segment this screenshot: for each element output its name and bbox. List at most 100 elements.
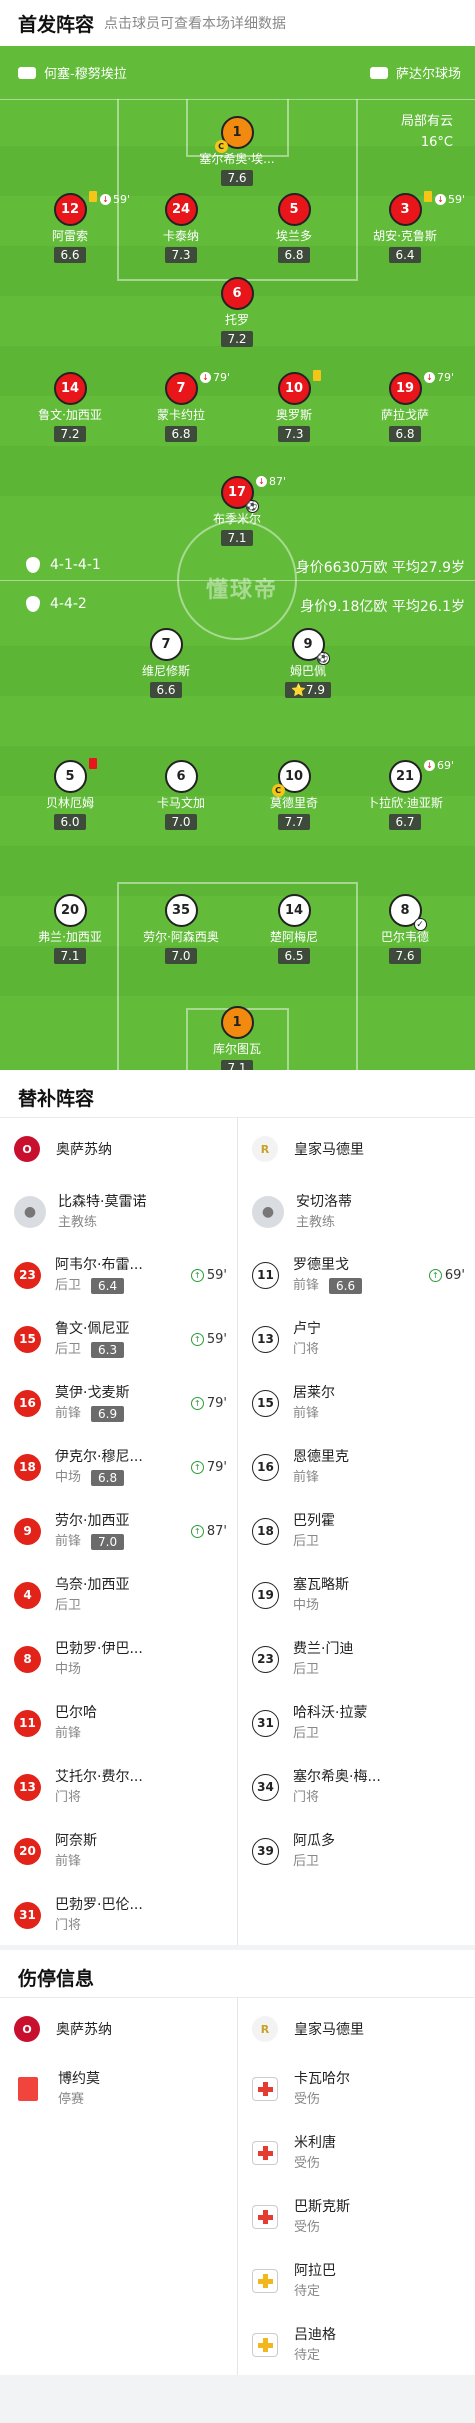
player[interactable]: 24 卡泰纳 7.3 bbox=[126, 193, 236, 263]
sub-number: 4 bbox=[14, 1581, 41, 1609]
injury-row[interactable]: 米利唐 受伤 bbox=[238, 2121, 475, 2185]
sub-player-row[interactable]: 31 巴勃罗·巴伦... 门将 bbox=[0, 1883, 237, 1947]
sub-player-row[interactable]: 20 阿奈斯 前锋 bbox=[0, 1819, 237, 1883]
player-name: 楚阿梅尼 bbox=[269, 930, 318, 944]
weather-label: 局部有云 bbox=[400, 114, 453, 129]
sub-info: 鲁文·佩尼亚 后卫 6.3 bbox=[55, 1319, 129, 1359]
sub-position: 中场 6.8 bbox=[55, 1468, 143, 1487]
player-name: 萨拉戈萨 bbox=[380, 408, 429, 422]
player[interactable]: 7 维尼修斯 6.6 bbox=[111, 628, 221, 698]
goal-icon: ⚽ bbox=[245, 500, 259, 513]
player[interactable]: 14 楚阿梅尼 6.5 bbox=[239, 894, 349, 964]
player[interactable]: 10 C 莫德里奇 7.7 bbox=[239, 760, 349, 830]
player[interactable]: 10 奥罗斯 7.3 bbox=[239, 370, 349, 442]
player-rating: 6.0 bbox=[54, 814, 86, 830]
sub-position: 前锋 bbox=[293, 1468, 349, 1487]
sub-position: 后卫 bbox=[293, 1724, 367, 1743]
player-name: 卡马文加 bbox=[156, 796, 205, 810]
sub-player-row[interactable]: 34 塞尔希奥·梅... 门将 bbox=[238, 1755, 475, 1819]
player-badges: ↓ 59' bbox=[89, 191, 130, 206]
player[interactable]: 9 ⚽ 姆巴佩 ⭐7.9 bbox=[253, 628, 363, 698]
player[interactable]: 1 C 塞尔希奥·埃... 7.6 bbox=[182, 116, 292, 186]
sub-number: 18 bbox=[14, 1453, 41, 1481]
coach-row[interactable]: ● 安切洛蒂 主教练 bbox=[238, 1181, 475, 1243]
sub-player-row[interactable]: 8 巴勃罗·伊巴... 中场 bbox=[0, 1627, 237, 1691]
player[interactable]: 6 托罗 7.2 bbox=[182, 277, 292, 347]
sub-position: 后卫 6.3 bbox=[55, 1340, 129, 1359]
sub-player-row[interactable]: 23 阿韦尔·布雷... 后卫 6.4 ↑ 59' bbox=[0, 1243, 237, 1307]
sub-number: 15 bbox=[252, 1389, 279, 1417]
sub-player-row[interactable]: 13 艾托尔·费尔... 门将 bbox=[0, 1755, 237, 1819]
sub-info: 罗德里戈 前锋 6.6 bbox=[293, 1255, 363, 1295]
lineup-header: 首发阵容 点击球员可查看本场详细数据 bbox=[0, 0, 475, 46]
player-badges: ↓ 69' bbox=[424, 758, 454, 772]
player[interactable]: 14 鲁文·加西亚 7.2 bbox=[15, 372, 125, 442]
sub-player-row[interactable]: 31 哈科沃·拉蒙 后卫 bbox=[238, 1691, 475, 1755]
position-label: 门将 bbox=[293, 1790, 320, 1805]
player[interactable]: 6 卡马文加 7.0 bbox=[126, 760, 236, 830]
sub-player-row[interactable]: 16 莫伊·戈麦斯 前锋 6.9 ↑ 79' bbox=[0, 1371, 237, 1435]
minute-label: 59' bbox=[206, 1267, 227, 1283]
player-number: 5 bbox=[53, 760, 87, 793]
player[interactable]: 17 ⚽ ↓ 87' 布季米尔 7.1 bbox=[182, 475, 292, 546]
sub-player-row[interactable]: 16 恩德里克 前锋 bbox=[238, 1435, 475, 1499]
player[interactable]: 35 劳尔·阿森西奥 7.0 bbox=[126, 894, 236, 964]
injury-player-name: 米利唐 bbox=[294, 2135, 336, 2151]
player-name: 卡泰纳 bbox=[162, 229, 199, 243]
player-name: 库尔图瓦 bbox=[212, 1042, 261, 1056]
sub-in-icon: ↑ bbox=[190, 1268, 204, 1282]
player-rating: ⭐7.9 bbox=[284, 682, 332, 698]
position-label: 前锋 bbox=[293, 1406, 320, 1421]
injury-row[interactable]: 卡瓦哈尔 受伤 bbox=[238, 2057, 475, 2121]
player-name: 维尼修斯 bbox=[141, 664, 190, 678]
sub-player-row[interactable]: 23 费兰·门迪 后卫 bbox=[238, 1627, 475, 1691]
sub-player-row[interactable]: 15 居莱尔 前锋 bbox=[238, 1371, 475, 1435]
player[interactable]: 19 ↓ 79' 萨拉戈萨 6.8 bbox=[350, 371, 460, 442]
sub-player-row[interactable]: 18 伊克尔·穆尼... 中场 6.8 ↑ 79' bbox=[0, 1435, 237, 1499]
position-label: 后卫 bbox=[293, 1726, 320, 1741]
injury-row[interactable]: 吕迪格 待定 bbox=[238, 2313, 475, 2377]
sub-player-row[interactable]: 19 塞瓦略斯 中场 bbox=[238, 1563, 475, 1627]
real-madrid-crest-icon bbox=[26, 596, 40, 612]
sub-number: 23 bbox=[252, 1645, 279, 1673]
coach-info: 安切洛蒂 主教练 bbox=[296, 1192, 352, 1232]
player[interactable]: 5 贝林厄姆 6.0 bbox=[15, 758, 125, 830]
sub-number: 13 bbox=[252, 1325, 279, 1353]
sub-info: 卢宁 门将 bbox=[293, 1319, 321, 1359]
player[interactable]: 21 ↓ 69' 卜拉欣·迪亚斯 6.7 bbox=[350, 758, 460, 830]
sub-minute: 79' bbox=[213, 371, 231, 384]
player[interactable]: 5 埃兰多 6.8 bbox=[239, 193, 349, 263]
injury-row[interactable]: 巴斯克斯 受伤 bbox=[238, 2185, 475, 2249]
sub-number: 16 bbox=[14, 1389, 41, 1417]
sub-player-row[interactable]: 15 鲁文·佩尼亚 后卫 6.3 ↑ 59' bbox=[0, 1307, 237, 1371]
injury-row[interactable]: 阿拉巴 待定 bbox=[238, 2249, 475, 2313]
player[interactable]: 8 ✓ 巴尔韦德 7.6 bbox=[350, 894, 460, 964]
sub-minute: 69' bbox=[437, 759, 455, 772]
minute-label: 87' bbox=[206, 1523, 227, 1539]
injury-info: 巴斯克斯 受伤 bbox=[294, 2197, 350, 2237]
player[interactable]: 1 库尔图瓦 7.1 bbox=[182, 1006, 292, 1070]
sub-number: 19 bbox=[252, 1581, 279, 1609]
sub-player-row[interactable]: 9 劳尔·加西亚 前锋 7.0 ↑ 87' bbox=[0, 1499, 237, 1563]
sub-position: 后卫 6.4 bbox=[55, 1276, 143, 1295]
sub-info: 巴列霍 后卫 bbox=[293, 1511, 335, 1551]
sub-info: 阿瓜多 后卫 bbox=[293, 1831, 335, 1871]
sub-player-row[interactable]: 11 罗德里戈 前锋 6.6 ↑ 69' bbox=[238, 1243, 475, 1307]
player[interactable]: 7 ↓ 79' 蒙卡约拉 6.8 bbox=[126, 371, 236, 442]
player-rating: 6.8 bbox=[165, 426, 197, 442]
team-name: R 皇家马德里 bbox=[252, 2016, 364, 2042]
sub-name: 罗德里戈 bbox=[293, 1257, 349, 1273]
sub-player-row[interactable]: 13 卢宁 门将 bbox=[238, 1307, 475, 1371]
sub-player-row[interactable]: 39 阿瓜多 后卫 bbox=[238, 1819, 475, 1883]
player[interactable]: 12 ↓ 59' 阿雷索 6.6 bbox=[15, 191, 130, 263]
sub-player-row[interactable]: 11 巴尔哈 前锋 bbox=[0, 1691, 237, 1755]
sub-out-icon: ↓ bbox=[435, 194, 446, 205]
team-label: 皇家马德里 bbox=[294, 2022, 364, 2038]
sub-player-row[interactable]: 4 乌奈·加西亚 后卫 bbox=[0, 1563, 237, 1627]
sub-player-row[interactable]: 18 巴列霍 后卫 bbox=[238, 1499, 475, 1563]
coach-row[interactable]: ● 比森特·莫雷诺 主教练 bbox=[0, 1181, 237, 1243]
player[interactable]: 20 弗兰·加西亚 7.1 bbox=[15, 894, 125, 964]
player[interactable]: 3 ↓ 59' 胡安·克鲁斯 6.4 bbox=[350, 191, 465, 263]
injury-row[interactable]: 博约莫 停赛 bbox=[0, 2057, 237, 2121]
coach-avatar: ● bbox=[252, 1196, 284, 1228]
